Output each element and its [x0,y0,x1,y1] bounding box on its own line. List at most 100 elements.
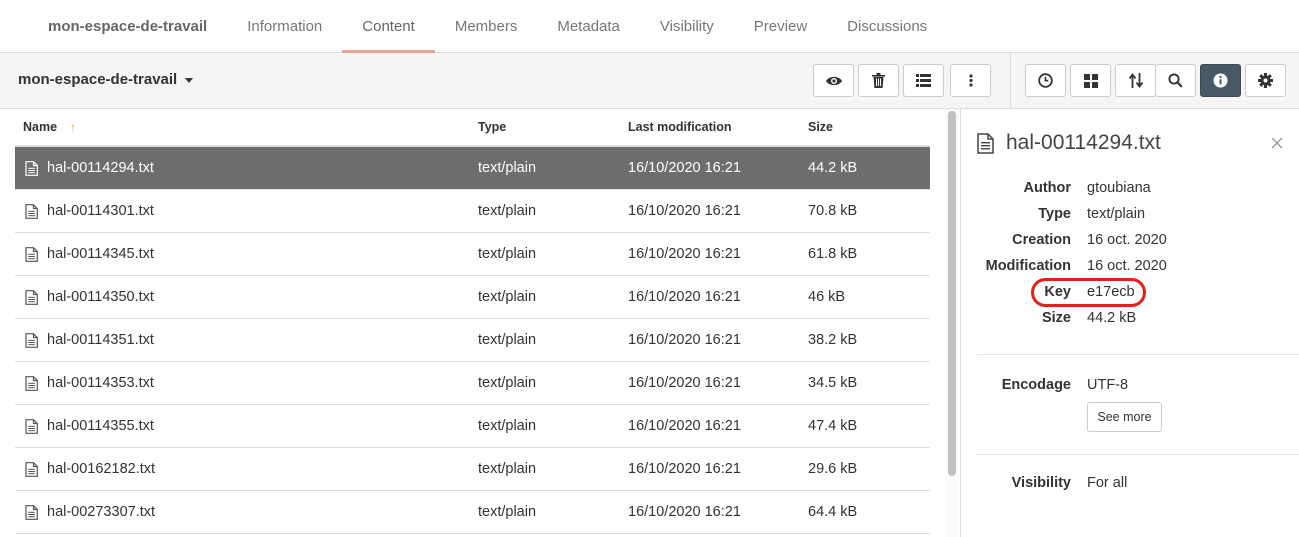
file-icon [25,332,38,348]
cell-size: 46 kB [808,289,846,305]
more-options-button[interactable] [950,64,991,97]
tab-visibility[interactable]: Visibility [640,0,734,52]
cell-modified: 16/10/2020 16:21 [628,289,741,305]
meta-encoding: Encodage UTF-8 [1001,377,1129,393]
file-icon [25,461,38,477]
table-header: Name ↑ Type Last modification Size [15,109,930,147]
meta-author: Author gtoubiana [1023,180,1151,196]
tab-information[interactable]: Information [227,0,342,52]
clock-icon [1038,73,1053,88]
scrollbar-thumb[interactable] [948,111,956,476]
table-row[interactable]: hal-00114353.txt text/plain 16/10/2020 16:… [15,362,930,405]
cell-name: hal-00273307.txt [15,504,478,520]
meta-size: Size 44.2 kB [1041,310,1137,326]
table-row[interactable]: hal-00162182.txt text/plain 16/10/2020 16:… [15,448,930,491]
cell-type: text/plain [478,289,537,305]
cell-type: text/plain [478,160,537,176]
cell-name: hal-00114294.txt [15,160,478,176]
column-size-header[interactable]: Size [808,120,930,134]
settings-button[interactable] [1245,64,1286,97]
meta-creation: Creation 16 oct. 2020 [1012,232,1167,248]
history-button[interactable] [1025,64,1066,97]
meta-visibility: Visibility For all [1011,475,1128,491]
cell-size: 47.4 kB [808,418,858,434]
table-body: hal-00114294.txt text/plain 16/10/2020 16:… [15,147,930,534]
caret-down-icon [185,78,194,83]
column-name-header[interactable]: Name ↑ [15,120,478,134]
key-highlight-circle [1031,278,1146,307]
table-row[interactable]: hal-00114351.txt text/plain 16/10/2020 16:… [15,319,930,362]
tab-discussions[interactable]: Discussions [827,0,947,52]
list-view-button[interactable] [903,64,944,97]
cell-size: 44.2 kB [808,160,858,176]
cell-size: 64.4 kB [808,504,858,520]
cell-modified: 16/10/2020 16:21 [628,246,741,262]
table-row[interactable]: hal-00273307.txt text/plain 16/10/2020 16:… [15,491,930,534]
file-icon [25,203,38,219]
file-icon [25,375,38,391]
file-icon [25,289,38,305]
grid-icon [1083,73,1098,88]
panel-divider [977,454,1299,455]
close-icon[interactable] [1269,135,1285,151]
table-row[interactable]: hal-00114294.txt text/plain 16/10/2020 16:… [15,147,930,190]
cell-modified: 16/10/2020 16:21 [628,418,741,434]
cell-size: 61.8 kB [808,246,858,262]
tab-preview[interactable]: Preview [734,0,827,52]
workspace-dropdown[interactable]: mon-espace-de-travail [18,71,194,88]
file-name: hal-00162182.txt [47,461,156,477]
cell-size: 29.6 kB [808,461,858,477]
sort-icon [1128,73,1143,88]
file-name: hal-00114351.txt [47,332,154,348]
toolbar-divider [1010,53,1011,109]
see-more-button[interactable]: See more [1087,402,1162,432]
column-modified-header[interactable]: Last modification [628,120,808,134]
file-name: hal-00114350.txt [47,289,154,305]
tab-members[interactable]: Members [435,0,538,52]
cell-modified: 16/10/2020 16:21 [628,504,741,520]
info-icon [1213,73,1228,88]
panel-divider [977,354,1299,355]
more-vertical-icon [968,74,973,87]
file-icon [25,246,38,262]
table-row[interactable]: hal-00114355.txt text/plain 16/10/2020 16:… [15,405,930,448]
meta-type: Type text/plain [1038,206,1146,222]
search-button[interactable] [1155,64,1196,97]
cell-name: hal-00114351.txt [15,332,478,348]
list-icon [916,74,931,87]
file-icon [25,418,38,434]
cell-type: text/plain [478,461,537,477]
cell-size: 70.8 kB [808,203,858,219]
workspace-brand[interactable]: mon-espace-de-travail [0,0,227,52]
panel-title: hal-00114294.txt [977,131,1161,155]
preview-button[interactable] [813,64,854,97]
cell-name: hal-00114345.txt [15,246,478,262]
tab-metadata[interactable]: Metadata [537,0,640,52]
file-name: hal-00114353.txt [47,375,154,391]
cell-name: hal-00114353.txt [15,375,478,391]
cell-type: text/plain [478,246,537,262]
table-row[interactable]: hal-00114301.txt text/plain 16/10/2020 16:… [15,190,930,233]
cell-modified: 16/10/2020 16:21 [628,461,741,477]
meta-modification: Modification 16 oct. 2020 [985,258,1167,274]
cell-size: 34.5 kB [808,375,858,391]
file-icon [25,160,38,176]
file-icon [25,504,38,520]
file-name: hal-00114294.txt [47,160,154,176]
sort-button[interactable] [1115,64,1156,97]
tab-content[interactable]: Content [342,0,435,53]
cell-size: 38.2 kB [808,332,858,348]
file-name: hal-00114301.txt [47,203,154,219]
cell-name: hal-00114355.txt [15,418,478,434]
delete-button[interactable] [858,64,899,97]
cell-modified: 16/10/2020 16:21 [628,160,741,176]
search-icon [1168,73,1183,88]
grid-view-button[interactable] [1070,64,1111,97]
cell-name: hal-00114301.txt [15,203,478,219]
info-panel: hal-00114294.txt Author gtoubiana Type tex… [960,109,1299,537]
column-type-header[interactable]: Type [478,120,628,134]
table-row[interactable]: hal-00114345.txt text/plain 16/10/2020 16:… [15,233,930,276]
file-text-icon [977,132,994,154]
table-row[interactable]: hal-00114350.txt text/plain 16/10/2020 16:… [15,276,930,319]
info-button[interactable] [1200,64,1241,97]
